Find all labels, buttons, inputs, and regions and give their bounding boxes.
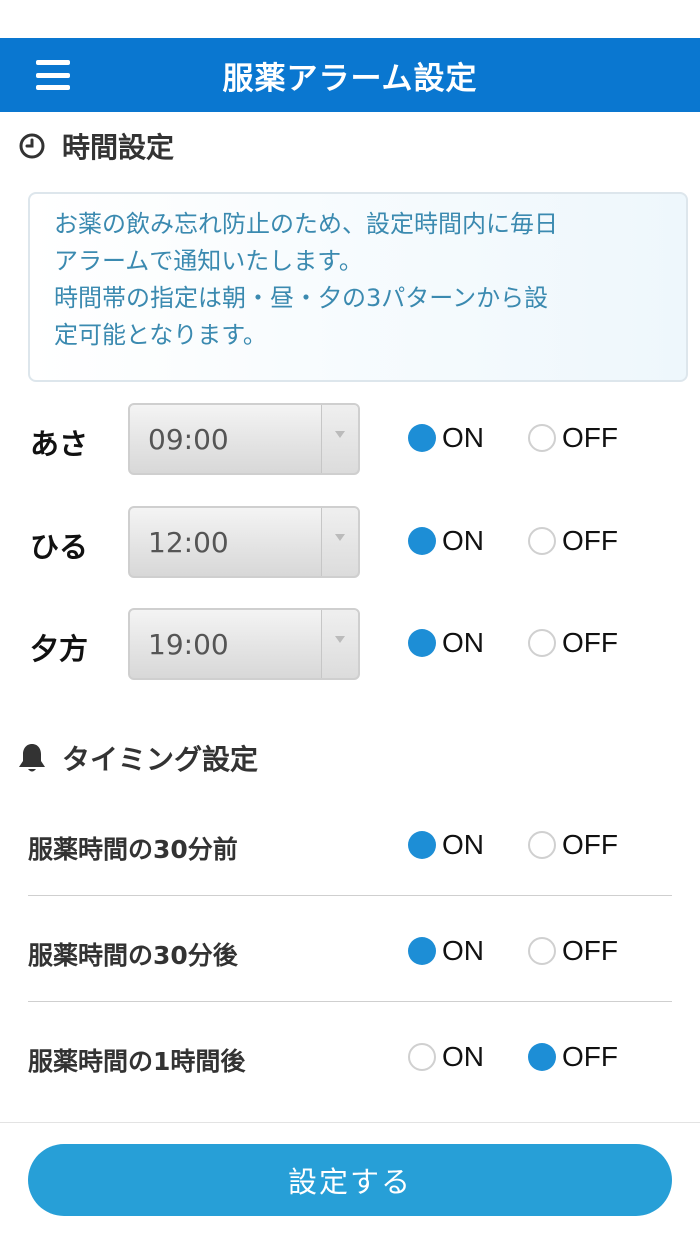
noon-time-select[interactable]: 12:00: [128, 506, 360, 578]
radio-label: ON: [442, 422, 484, 453]
radio-unselected-icon: [528, 629, 556, 657]
radio-selected-icon: [408, 527, 436, 555]
radio-unselected-icon: [528, 527, 556, 555]
morning-time-select[interactable]: 09:00: [128, 403, 360, 475]
bell-icon: [16, 742, 48, 774]
radio-label: ON: [442, 525, 484, 556]
divider: [28, 895, 672, 896]
app-header: 服薬アラーム設定: [0, 38, 700, 112]
status-bar: [0, 0, 700, 38]
radio-selected-icon: [408, 831, 436, 859]
1hour-after-off-radio[interactable]: OFF: [528, 1041, 618, 1073]
radio-selected-icon: [528, 1043, 556, 1071]
dropdown-arrow-icon: [335, 636, 345, 643]
dropdown-arrow-icon: [335, 431, 345, 438]
selected-time: 12:00: [148, 526, 229, 559]
morning-on-radio[interactable]: ON: [408, 422, 484, 454]
30min-after-on-radio[interactable]: ON: [408, 935, 484, 967]
evening-time-select[interactable]: 19:00: [128, 608, 360, 680]
divider: [28, 1001, 672, 1002]
radio-label: ON: [442, 829, 484, 860]
30min-before-off-radio[interactable]: OFF: [528, 829, 618, 861]
time-row-label: 夕方: [30, 632, 89, 666]
evening-off-radio[interactable]: OFF: [528, 627, 618, 659]
notice-line: アラームで通知いたします。: [54, 247, 363, 275]
radio-label: OFF: [562, 525, 618, 556]
evening-on-radio[interactable]: ON: [408, 627, 484, 659]
radio-label: OFF: [562, 627, 618, 658]
dropdown-arrow-icon: [335, 534, 345, 541]
radio-selected-icon: [408, 629, 436, 657]
time-row-morning: あさ 09:00 ON OFF: [0, 403, 700, 477]
timing-row-label: 服薬時間の30分後: [28, 941, 238, 970]
1hour-after-on-radio[interactable]: ON: [408, 1041, 484, 1073]
time-row-noon: ひる 12:00 ON OFF: [0, 506, 700, 580]
info-notice-box: お薬の飲み忘れ防止のため、設定時間内に毎日 アラームで通知いたします。 時間帯の…: [28, 192, 688, 382]
morning-off-radio[interactable]: OFF: [528, 422, 618, 454]
radio-selected-icon: [408, 937, 436, 965]
page-title: 服薬アラーム設定: [222, 60, 478, 97]
radio-label: OFF: [562, 422, 618, 453]
radio-label: OFF: [562, 829, 618, 860]
30min-after-off-radio[interactable]: OFF: [528, 935, 618, 967]
time-row-evening: 夕方 19:00 ON OFF: [0, 608, 700, 682]
radio-label: OFF: [562, 1041, 618, 1072]
selected-time: 09:00: [148, 423, 229, 456]
radio-label: ON: [442, 1041, 484, 1072]
time-settings-heading: 時間設定: [16, 126, 174, 166]
radio-label: ON: [442, 627, 484, 658]
timing-row-30min-after: 服薬時間の30分後 ON OFF: [28, 898, 672, 1004]
radio-unselected-icon: [528, 424, 556, 452]
radio-unselected-icon: [528, 831, 556, 859]
30min-before-on-radio[interactable]: ON: [408, 829, 484, 861]
timing-settings-heading: タイミング設定: [16, 738, 258, 778]
clock-icon: [16, 130, 48, 162]
time-row-label: あさ: [30, 427, 89, 461]
radio-unselected-icon: [408, 1043, 436, 1071]
footer-divider: [0, 1122, 700, 1123]
hamburger-menu-icon[interactable]: [36, 60, 70, 90]
notice-line: 時間帯の指定は朝・昼・夕の3パターンから設: [54, 284, 549, 312]
timing-row-30min-before: 服薬時間の30分前 ON OFF: [28, 792, 672, 898]
noon-on-radio[interactable]: ON: [408, 525, 484, 557]
radio-selected-icon: [408, 424, 436, 452]
time-row-label: ひる: [30, 530, 89, 564]
time-settings-title: 時間設定: [62, 131, 175, 164]
radio-label: OFF: [562, 935, 618, 966]
radio-unselected-icon: [528, 937, 556, 965]
timing-settings-title: タイミング設定: [62, 743, 259, 776]
radio-label: ON: [442, 935, 484, 966]
submit-button[interactable]: 設定する: [28, 1144, 672, 1216]
selected-time: 19:00: [148, 628, 229, 661]
noon-off-radio[interactable]: OFF: [528, 525, 618, 557]
notice-line: お薬の飲み忘れ防止のため、設定時間内に毎日: [54, 210, 558, 238]
timing-row-1hour-after: 服薬時間の1時間後 ON OFF: [28, 1004, 672, 1110]
notice-line: 定可能となります。: [54, 321, 267, 349]
timing-row-label: 服薬時間の30分前: [28, 835, 238, 864]
timing-row-label: 服薬時間の1時間後: [28, 1047, 246, 1076]
